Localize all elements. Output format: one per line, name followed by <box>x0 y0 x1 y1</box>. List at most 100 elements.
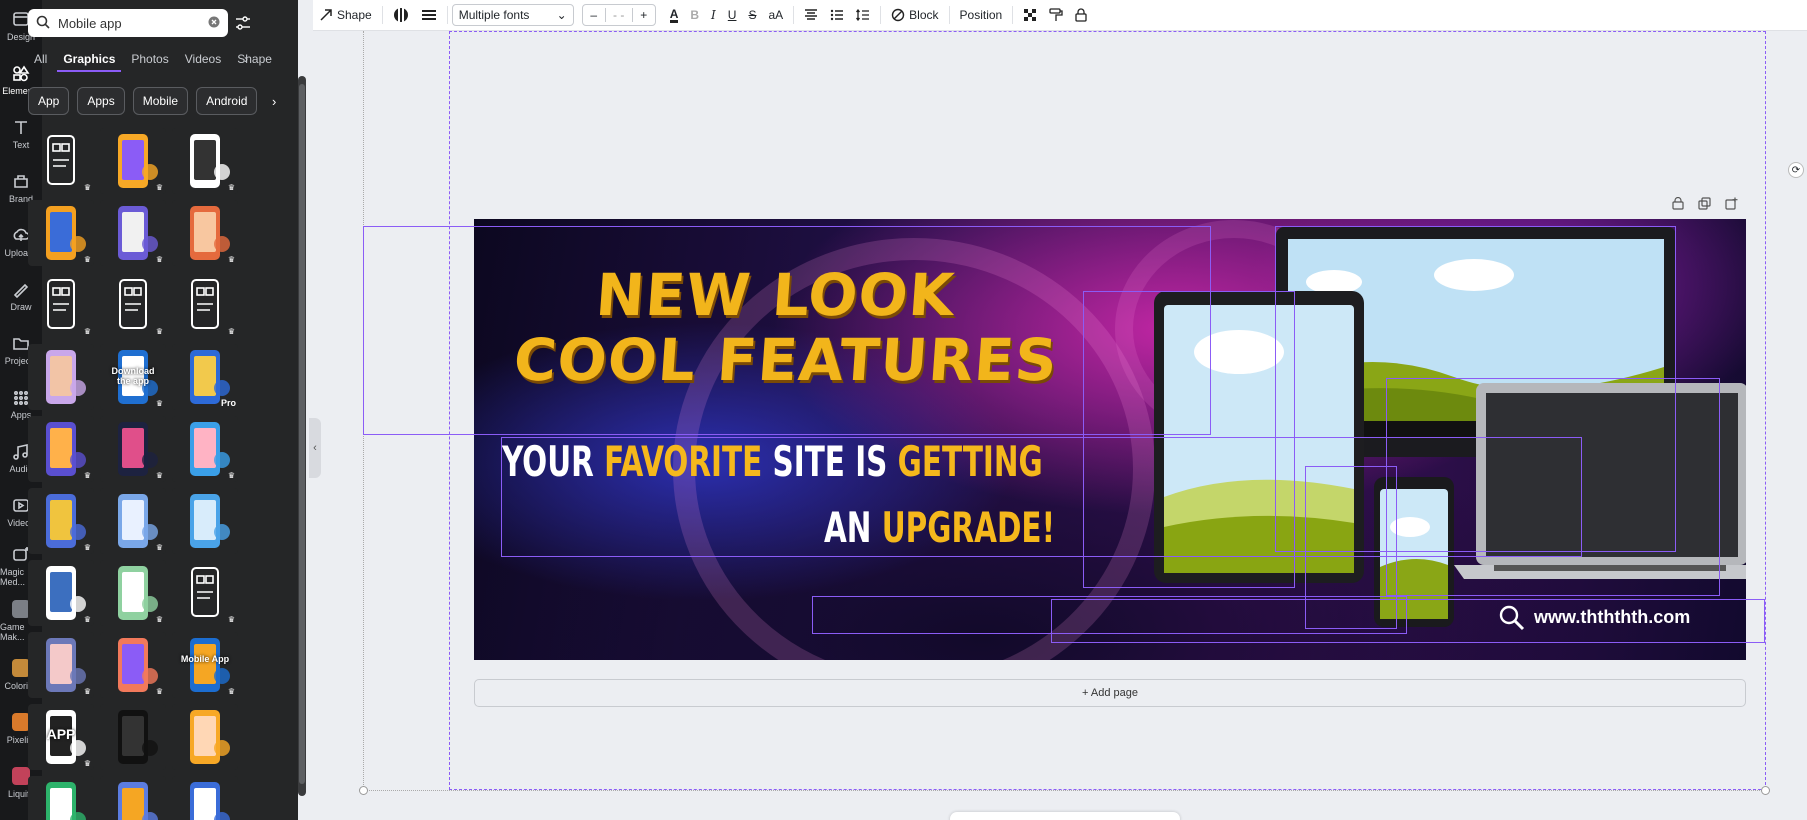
graphic-tile-person-phone-3d[interactable]: ♛ <box>172 416 238 482</box>
crown-icon: ♛ <box>227 687 235 696</box>
graphic-tile-app-window[interactable]: APP ♛ <box>28 704 94 770</box>
position-button[interactable]: Position <box>954 4 1009 26</box>
graphic-tile-hand-phone-money[interactable]: ♛ <box>100 632 166 698</box>
lock-page-icon[interactable] <box>1672 196 1684 215</box>
selection-box[interactable] <box>1386 378 1720 596</box>
graphic-tile-tablet-person[interactable]: ♛ <box>100 488 166 554</box>
graphic-tile-hands-phone-orange[interactable] <box>172 704 238 770</box>
add-page-button[interactable]: + Add page <box>474 679 1746 707</box>
selection-box[interactable] <box>1083 291 1295 588</box>
collapse-panel-button[interactable]: ‹ <box>309 418 321 478</box>
crown-icon: ♛ <box>83 543 91 552</box>
lock-button[interactable] <box>1069 4 1093 26</box>
tile-text: Download the app <box>111 366 155 386</box>
graphic-tile-man-phone[interactable]: ♛ <box>28 560 94 626</box>
text-color-button[interactable]: A <box>664 4 685 26</box>
graphic-tile-phone-green[interactable] <box>28 776 94 820</box>
graphic-tile-devices-check[interactable]: ♛ <box>28 272 94 338</box>
font-size-decrease-button[interactable]: – <box>583 8 605 22</box>
font-size-increase-button[interactable]: + <box>633 8 655 22</box>
graphic-tile-download-the-app[interactable]: Download the app ♛ <box>100 344 166 410</box>
graphic-tile-outline-phone-tap[interactable]: ♛ <box>28 128 94 194</box>
list-button[interactable] <box>824 4 850 26</box>
graphic-tile-tablet-flat[interactable] <box>172 488 238 554</box>
toolbar-divider <box>793 6 795 24</box>
crown-icon: ♛ <box>83 183 91 192</box>
chips-next-icon[interactable]: › <box>272 94 276 109</box>
rotate-icon[interactable]: ⟳ <box>1788 162 1804 178</box>
chip-apps[interactable]: Apps <box>77 87 125 115</box>
font-family-select[interactable]: Multiple fonts ⌄ <box>451 4 574 26</box>
bold-button[interactable]: B <box>684 4 705 26</box>
crown-icon: ♛ <box>155 255 163 264</box>
graphic-tile-tablet-apps-outline[interactable]: ♛ <box>172 272 238 338</box>
graphic-tile-phone-green-ui[interactable]: ♛ <box>100 560 166 626</box>
bullet-list-icon <box>830 9 844 21</box>
block-button[interactable]: Block <box>885 4 944 26</box>
graphic-tile-phone-grid-blue[interactable] <box>172 776 238 820</box>
selection-box[interactable] <box>1305 466 1397 629</box>
underline-button[interactable]: U <box>722 4 743 26</box>
chip-mobile[interactable]: Mobile <box>132 87 189 115</box>
add-page-icon[interactable] <box>1725 197 1738 215</box>
letter-case-button[interactable]: aA <box>762 4 789 26</box>
graphic-tile-3d-phone-megaphone[interactable]: ♛ <box>100 128 166 194</box>
strikethrough-button[interactable]: S <box>742 4 762 26</box>
rail-item-label: Text <box>12 140 30 150</box>
graphics-grid: ♛ ♛ ♛ ♛ ♛ ♛ ♛ ♛ ♛ Download the app ♛ Pro ♛ ♛ ♛ ♛ ♛ ♛ ♛ ♛ ♛ ♛ M… <box>28 128 242 820</box>
panel-scrollbar-thumb[interactable] <box>299 84 305 784</box>
duplicate-page-icon[interactable] <box>1698 197 1711 215</box>
search-input[interactable]: Mobile app <box>28 9 228 37</box>
graphic-tile-phone-people[interactable]: ♛ <box>28 416 94 482</box>
crown-icon: ♛ <box>227 471 235 480</box>
transparency-button[interactable] <box>1017 4 1043 26</box>
graphic-tile-phone-dark[interactable]: ♛ <box>100 416 166 482</box>
toolbar-divider <box>381 6 383 24</box>
selection-box[interactable] <box>1051 599 1765 643</box>
crown-icon: ♛ <box>155 183 163 192</box>
graphic-tile-phone-black[interactable] <box>100 704 166 770</box>
fill-color-button[interactable] <box>387 4 415 26</box>
tab-all[interactable]: All <box>28 48 53 72</box>
graphic-tile-team-phone[interactable]: ♛ <box>28 488 94 554</box>
graphic-tile-hands-phone[interactable] <box>28 344 94 410</box>
tab-shape[interactable]: Shape <box>231 48 278 72</box>
crown-icon: ♛ <box>155 327 163 336</box>
search-value: Mobile app <box>58 15 122 31</box>
crown-icon: ♛ <box>83 471 91 480</box>
effects-icon <box>891 8 905 22</box>
graphic-tile-app-cards[interactable]: Pro <box>172 344 238 410</box>
graphic-tile-app-dashboard[interactable]: ♛ <box>28 632 94 698</box>
chip-android[interactable]: Android <box>196 87 258 115</box>
filter-icon[interactable] <box>232 12 254 34</box>
graphic-tile-mobile-app-gear[interactable]: Mobile App ♛ <box>172 632 238 698</box>
graphic-tile-app-icons[interactable] <box>100 776 166 820</box>
font-size-value[interactable]: - - <box>604 8 633 22</box>
paint-roller-icon <box>1049 8 1063 21</box>
font-size-stepper[interactable]: – - - + <box>581 4 656 26</box>
crown-icon: ♛ <box>83 687 91 696</box>
graphic-tile-phone-user-outline[interactable]: ♛ <box>172 560 238 626</box>
editor-toolbar: Shape Multiple fonts ⌄ – - - + A B I U S… <box>313 0 1807 31</box>
resize-handle[interactable] <box>359 786 368 795</box>
graphic-tile-phone-list[interactable]: ♛ <box>28 200 94 266</box>
graphic-tile-phone-check-outline[interactable]: ♛ <box>100 272 166 338</box>
graphic-tile-app-grid-people[interactable]: ♛ <box>100 200 166 266</box>
italic-button[interactable]: I <box>705 4 722 26</box>
graphic-tile-3d-phone-orange[interactable]: ♛ <box>172 200 238 266</box>
align-button[interactable] <box>798 4 824 26</box>
graphic-tile-hand-phone-check[interactable]: ♛ <box>172 128 238 194</box>
clear-search-icon[interactable] <box>208 16 220 31</box>
tab-photos[interactable]: Photos <box>125 48 174 72</box>
chip-app[interactable]: App <box>28 87 70 115</box>
copy-style-button[interactable] <box>1043 4 1069 26</box>
tabs-next-icon[interactable]: › <box>244 52 248 66</box>
bottom-controls[interactable] <box>950 812 1180 820</box>
tab-videos[interactable]: Videos <box>179 48 227 72</box>
spacing-button[interactable] <box>850 4 876 26</box>
shape-button[interactable]: Shape <box>313 4 378 26</box>
crown-icon: ♛ <box>155 615 163 624</box>
tab-graphics[interactable]: Graphics <box>57 48 122 72</box>
resize-handle[interactable] <box>1761 786 1770 795</box>
stroke-weight-button[interactable] <box>415 4 443 26</box>
